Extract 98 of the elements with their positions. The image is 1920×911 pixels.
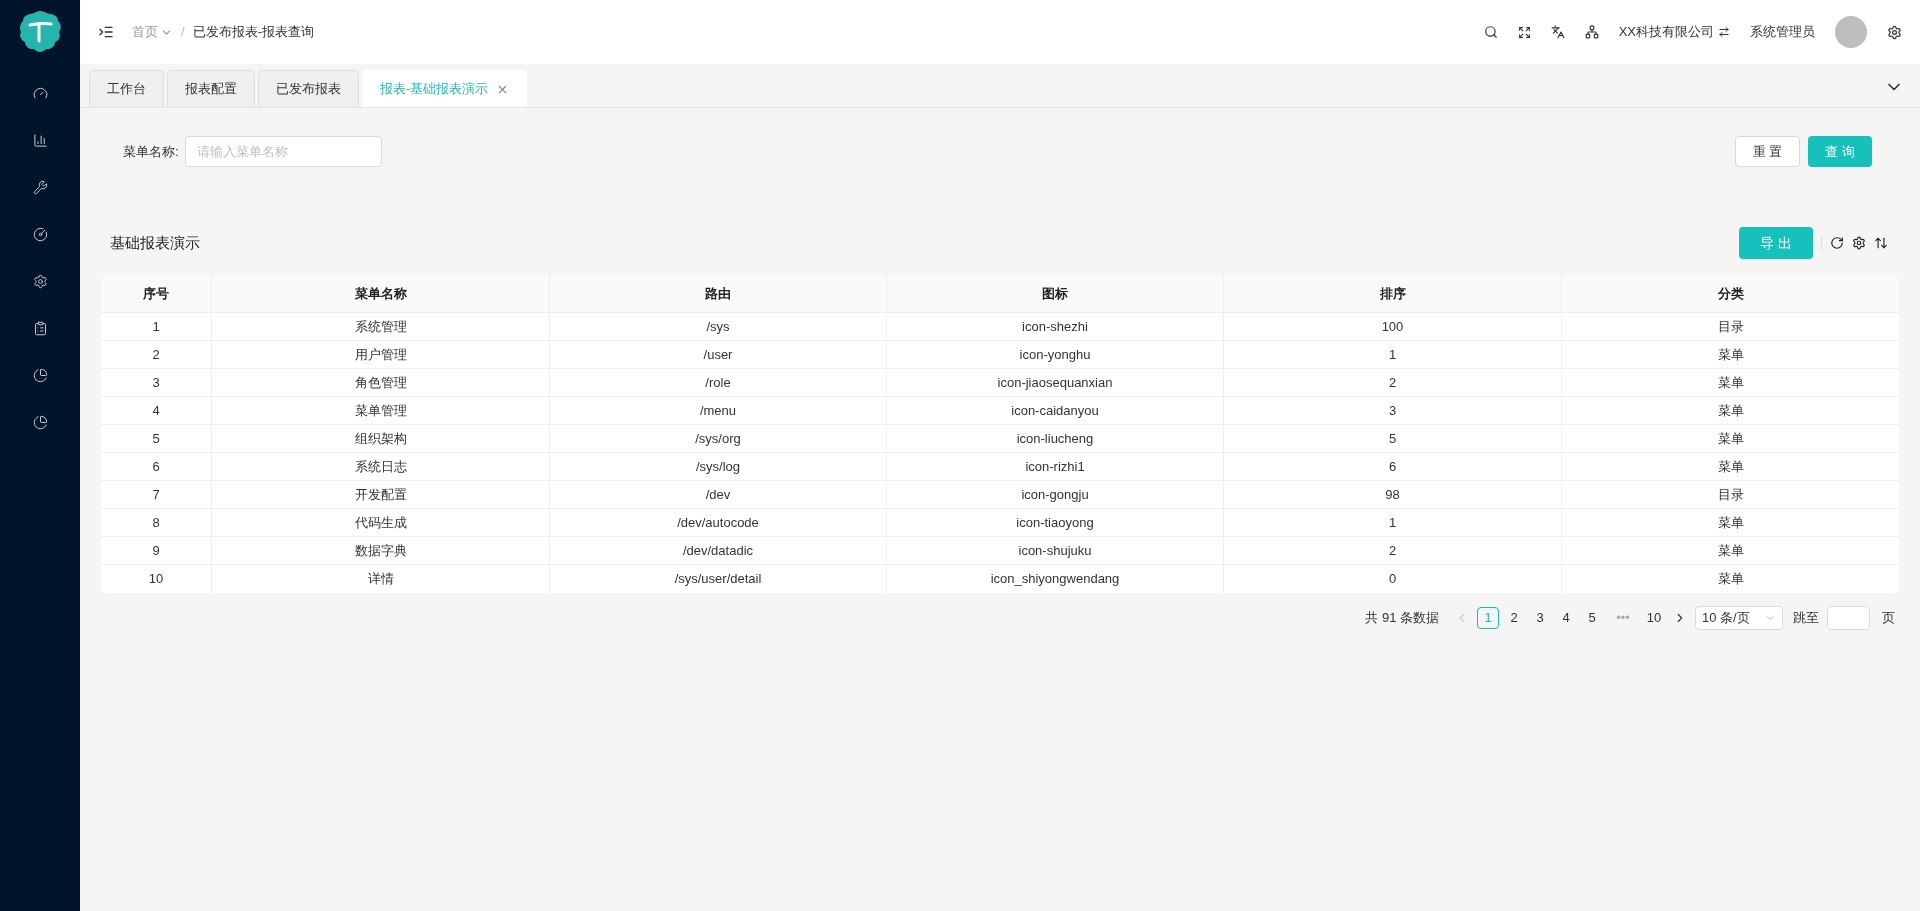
table-cell: icon-yonghu (886, 341, 1223, 368)
table-cell: 1 (1223, 341, 1561, 368)
table-cell-text: 5 (151, 429, 161, 448)
table-cell: 代码生成 (211, 509, 549, 536)
table-cell: 数据字典 (211, 537, 549, 564)
page-size-select[interactable]: 10 条/页 (1695, 606, 1783, 630)
table-cell: 系统管理 (211, 313, 549, 340)
table-cell: 菜单 (1561, 565, 1899, 593)
table-cell: 菜单 (1561, 369, 1899, 396)
table-cell: 98 (1223, 481, 1561, 508)
avatar[interactable] (1835, 16, 1867, 48)
table-cell: icon-rizhi1 (886, 453, 1223, 480)
column-header: 路由 (549, 275, 886, 312)
menu-name-input[interactable]: 请输入菜单名称 (184, 136, 382, 167)
table-cell: 目录 (1561, 313, 1899, 340)
table-cell: icon-caidanyou (886, 397, 1223, 424)
table-cell: /dev/autocode (549, 509, 886, 536)
table-cell: 6 (1223, 453, 1561, 480)
table-cell: 开发配置 (211, 481, 549, 508)
page-button[interactable]: 5 (1581, 607, 1603, 629)
table-cell: 菜单管理 (211, 397, 549, 424)
translate-icon[interactable] (1550, 25, 1565, 39)
column-header: 菜单名称 (211, 275, 549, 312)
table-cell: /dev (549, 481, 886, 508)
table-cell: 1 (1223, 509, 1561, 536)
settings-icon[interactable] (1852, 236, 1866, 250)
table-cell: 3 (1223, 397, 1561, 424)
table-cell: 菜单 (1561, 509, 1899, 536)
breadcrumb-separator: / (181, 23, 185, 42)
table-cell: /sys (549, 313, 886, 340)
table-cell: 菜单 (1561, 425, 1899, 452)
reset-button[interactable]: 重 置 (1734, 136, 1801, 167)
table-cell: 0 (1223, 565, 1561, 593)
table-cell-text: 9 (151, 541, 161, 560)
jump-suffix: 页 (1882, 609, 1895, 628)
report-title: 基础报表演示 (110, 232, 200, 253)
table-cell: icon-tiaoyong (886, 509, 1223, 536)
table-cell-text: 7 (151, 485, 161, 504)
table-cell: /sys/org (549, 425, 886, 452)
table-cell: 目录 (1561, 481, 1899, 508)
table-cell: icon-jiaosequanxian (886, 369, 1223, 396)
table-cell: 角色管理 (211, 369, 549, 396)
page-button[interactable]: 10 (1643, 607, 1665, 629)
table-cell: /sys/log (549, 453, 886, 480)
table-cell: 菜单 (1561, 397, 1899, 424)
row-height-icon[interactable] (1874, 236, 1888, 250)
table-cell-text: 3 (151, 373, 161, 392)
user-name[interactable]: 系统管理员 (1750, 22, 1815, 42)
table-cell: /sys/user/detail (549, 565, 886, 593)
table-cell: icon-liucheng (886, 425, 1223, 452)
table-cell: 2 (1223, 537, 1561, 564)
jump-input[interactable] (1827, 606, 1870, 630)
jump-label: 跳至 (1793, 609, 1819, 628)
refresh-icon[interactable] (1830, 236, 1844, 250)
switch-icon[interactable] (1718, 26, 1730, 38)
table-cell: 菜单 (1561, 453, 1899, 480)
network-icon[interactable] (1584, 25, 1599, 39)
table-cell-text: 6 (151, 457, 161, 476)
table-cell: 组织架构 (211, 425, 549, 452)
table-cell: icon_shiyongwendang (886, 565, 1223, 593)
column-header: 图标 (886, 275, 1223, 312)
page-button[interactable]: 4 (1555, 607, 1577, 629)
table-cell: icon-shezhi (886, 313, 1223, 340)
table-cell: 菜单 (1561, 537, 1899, 564)
table-cell: /role (549, 369, 886, 396)
settings-icon[interactable] (1887, 24, 1902, 40)
table-cell: 用户管理 (211, 341, 549, 368)
table-cell: 详情 (211, 565, 549, 593)
column-header: 序号 (142, 284, 170, 303)
table-cell-text: 1 (151, 317, 161, 336)
table-cell: /dev/datadic (549, 537, 886, 564)
table-cell-text: 4 (151, 401, 161, 420)
table-cell: icon-shujuku (886, 537, 1223, 564)
tab[interactable]: 工作台 (89, 70, 164, 107)
field-label: 菜单名称: (123, 142, 179, 161)
total-count: 共 91 条数据 (1365, 609, 1439, 628)
column-header: 排序 (1223, 275, 1561, 312)
page-button[interactable]: 2 (1503, 607, 1525, 629)
fullscreen-icon[interactable] (1517, 25, 1531, 39)
table-cell: icon-gongju (886, 481, 1223, 508)
search-icon[interactable] (1483, 25, 1498, 39)
table-cell: 2 (1223, 369, 1561, 396)
table-cell: 5 (1223, 425, 1561, 452)
table-cell-text: 8 (151, 513, 161, 532)
menu-icon[interactable] (98, 24, 114, 40)
table-cell-text: 10 (147, 570, 165, 589)
table-cell: /menu (549, 397, 886, 424)
column-header: 分类 (1561, 275, 1899, 312)
table-cell-text: 2 (151, 345, 161, 364)
tab[interactable]: 报表配置 (167, 70, 255, 107)
tab[interactable]: 已发布报表 (258, 70, 359, 107)
table-cell: /user (549, 341, 886, 368)
table-cell: 100 (1223, 313, 1561, 340)
page-button[interactable]: 3 (1529, 607, 1551, 629)
table-cell: 系统日志 (211, 453, 549, 480)
breadcrumb-current: 已发布报表-报表查询 (192, 23, 314, 42)
table-cell: 菜单 (1561, 341, 1899, 368)
company-name[interactable]: XX科技有限公司 (1618, 22, 1714, 42)
